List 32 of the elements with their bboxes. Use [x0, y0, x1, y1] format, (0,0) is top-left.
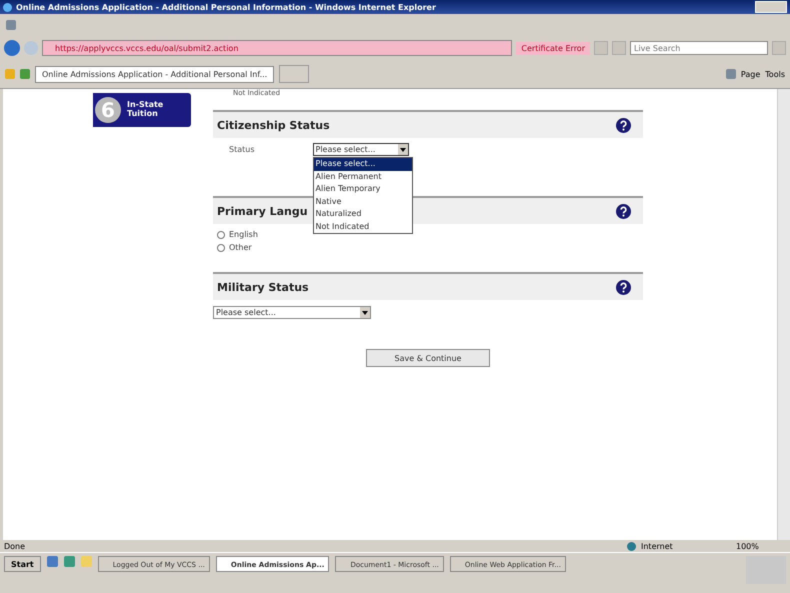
dropdown-option[interactable]: Please select... — [314, 158, 412, 170]
step-button[interactable]: 6 In-State Tuition — [93, 93, 191, 127]
scrollbar[interactable] — [777, 89, 790, 540]
dropdown-option[interactable]: Alien Permanent — [314, 170, 412, 183]
military-dropdown[interactable]: Please select... — [213, 306, 371, 319]
status-dropdown[interactable]: Please select... — [312, 143, 408, 156]
start-button[interactable]: Start — [4, 556, 41, 572]
zone-text: Internet — [641, 542, 674, 550]
section-title: Military Status — [217, 280, 309, 294]
toolbar-menu[interactable]: Page — [740, 70, 760, 78]
section-title: Primary Langu — [217, 204, 308, 218]
help-icon[interactable] — [616, 204, 631, 218]
dropdown-option[interactable]: Not Indicated — [314, 220, 412, 233]
browser-tab[interactable]: Online Admissions Application - Additional Personal Inf... — [35, 66, 274, 82]
new-tab-button[interactable] — [279, 65, 310, 83]
toolbar-menu[interactable]: Tools — [765, 70, 785, 78]
certificate-error-button[interactable]: Certificate Error — [516, 42, 590, 54]
dropdown-option[interactable]: Naturalized — [314, 208, 412, 220]
section-title: Citizenship Status — [217, 118, 330, 132]
field-label: Status — [229, 145, 254, 156]
window-title: Online Admissions Application - Additional Personal Information - Windows Internet Explorer — [16, 2, 437, 12]
search-field[interactable]: Live Search — [630, 41, 768, 55]
status-text: Done — [4, 542, 26, 550]
radio-option[interactable]: English — [217, 230, 639, 239]
dropdown-option[interactable]: Native — [314, 196, 412, 208]
help-icon[interactable] — [616, 118, 631, 132]
address-field[interactable]: https://applyvccs.vccs.edu/oal/submit2.action — [42, 40, 512, 56]
save-continue-button[interactable]: Save & Continue — [366, 349, 490, 367]
dropdown-option[interactable]: Alien Temporary — [314, 183, 412, 196]
radio-option[interactable]: Other — [217, 243, 639, 252]
help-icon[interactable] — [616, 280, 631, 294]
zoom-level[interactable]: 100% — [736, 542, 786, 550]
